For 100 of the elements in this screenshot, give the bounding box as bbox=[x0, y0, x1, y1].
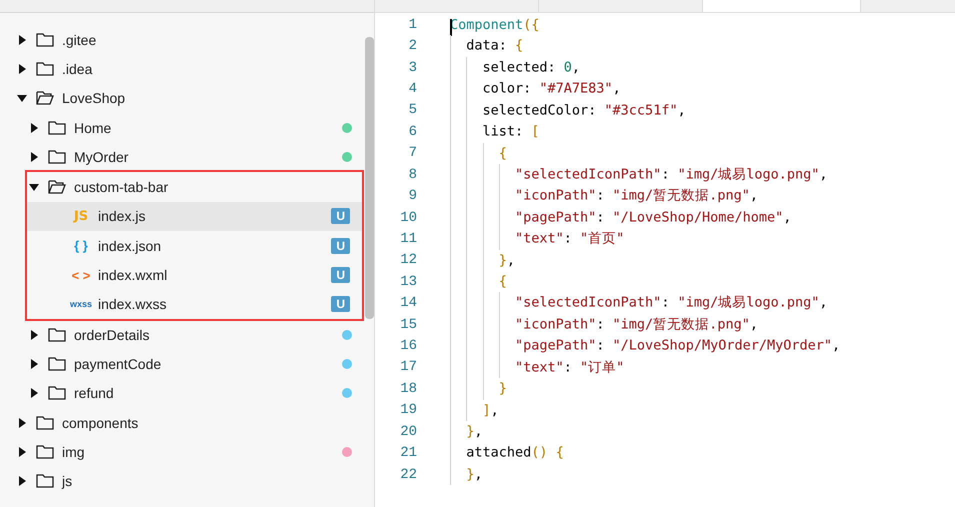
file-name: img bbox=[62, 444, 86, 460]
folder-icon bbox=[48, 385, 66, 402]
caret-right-icon[interactable] bbox=[16, 446, 28, 458]
code-line: "pagePath": "/LoveShop/Home/home", bbox=[450, 206, 792, 228]
line-number: 1 bbox=[408, 16, 418, 33]
code-line: "selectedIconPath": "img/城易logo.png", bbox=[450, 164, 828, 186]
code-line: "text": "首页" bbox=[450, 228, 624, 250]
code-line: Component({ bbox=[450, 16, 540, 33]
tree-item[interactable]: refund bbox=[0, 378, 364, 408]
tree-item[interactable]: LoveShop bbox=[0, 84, 364, 113]
status-badge: U bbox=[331, 208, 350, 224]
line-number: 9 bbox=[408, 188, 418, 204]
file-name: index.js bbox=[98, 208, 146, 224]
line-number: 17 bbox=[399, 359, 418, 376]
line-number: 21 bbox=[399, 445, 418, 462]
line-number: 3 bbox=[408, 60, 418, 76]
caret-right-icon[interactable] bbox=[28, 122, 40, 134]
line-number: 11 bbox=[399, 230, 418, 247]
line-number: 4 bbox=[408, 80, 418, 97]
caret-right-icon[interactable] bbox=[16, 475, 28, 488]
code-line: } bbox=[450, 378, 507, 400]
tree-item[interactable]: MyOrder bbox=[0, 142, 364, 172]
file-name: custom-tab-bar bbox=[74, 179, 170, 196]
file-name: MyOrder bbox=[74, 148, 130, 165]
tree-item[interactable]: paymentCode bbox=[0, 349, 364, 379]
file-name: paymentCode bbox=[74, 356, 162, 372]
caret-down-icon[interactable] bbox=[16, 92, 28, 104]
line-number: 2 bbox=[408, 38, 418, 54]
file-name: Home bbox=[74, 120, 112, 136]
folder-icon bbox=[48, 148, 66, 165]
line-number: 10 bbox=[399, 210, 418, 226]
tree-item[interactable]: Home bbox=[0, 112, 364, 142]
code-line: "pagePath": "/LoveShop/MyOrder/MyOrder", bbox=[450, 335, 840, 357]
tree-item[interactable]: .gitee bbox=[0, 25, 364, 54]
code-line: { bbox=[450, 142, 507, 164]
file-name: components bbox=[62, 414, 140, 430]
tree-item[interactable]: JS index.js U bbox=[27, 202, 362, 232]
status-badge: U bbox=[331, 238, 350, 254]
code-line: attached() { bbox=[450, 442, 564, 464]
wxss-file-icon: wxss bbox=[68, 299, 94, 310]
wxml-file-icon: < > bbox=[68, 268, 94, 283]
code-line: data: { bbox=[450, 35, 524, 57]
caret-down-icon[interactable] bbox=[28, 181, 40, 194]
caret-right-icon[interactable] bbox=[28, 387, 40, 400]
caret-right-icon[interactable] bbox=[16, 34, 28, 46]
js-file-icon: JS bbox=[68, 208, 94, 224]
folder-icon bbox=[48, 120, 66, 136]
line-number: 15 bbox=[399, 316, 418, 333]
file-name: index.json bbox=[98, 238, 162, 254]
json-file-icon: { } bbox=[68, 238, 94, 254]
line-number: 5 bbox=[408, 102, 418, 118]
line-number: 7 bbox=[408, 145, 418, 162]
file-name: refund bbox=[74, 385, 115, 402]
code-line: "iconPath": "img/暂无数据.png", bbox=[450, 314, 758, 336]
tree-item[interactable]: .idea bbox=[0, 54, 364, 84]
line-number: 18 bbox=[399, 380, 418, 397]
tree-item[interactable]: components bbox=[0, 408, 364, 438]
line-number: 16 bbox=[399, 338, 418, 354]
file-name: index.wxml bbox=[98, 267, 168, 284]
tree-item[interactable]: orderDetails bbox=[0, 320, 364, 350]
tree-item[interactable]: { } index.json U bbox=[27, 231, 362, 260]
caret-right-icon[interactable] bbox=[28, 358, 40, 370]
line-number: 20 bbox=[399, 424, 418, 440]
folder-icon bbox=[36, 60, 54, 77]
tree-item[interactable]: < > index.wxml U bbox=[27, 260, 362, 290]
line-number: 8 bbox=[408, 166, 418, 183]
file-name: js bbox=[62, 473, 74, 490]
code-line: "selectedIconPath": "img/城易logo.png", bbox=[450, 292, 828, 314]
scrollbar[interactable] bbox=[365, 37, 374, 319]
code-line: }, bbox=[450, 421, 483, 442]
code-line: }, bbox=[450, 464, 483, 486]
status-badge: U bbox=[331, 267, 350, 284]
folder-icon bbox=[36, 473, 54, 490]
caret-right-icon[interactable] bbox=[16, 62, 28, 75]
file-name: LoveShop bbox=[62, 90, 126, 106]
code-line: ], bbox=[450, 400, 499, 422]
tree-item[interactable]: img bbox=[0, 437, 364, 466]
code-line: }, bbox=[450, 250, 516, 272]
line-number: 13 bbox=[399, 274, 418, 290]
code-line: list: [ bbox=[450, 121, 540, 143]
tree-item[interactable]: js bbox=[0, 466, 364, 496]
folder-icon bbox=[36, 414, 54, 430]
folder-icon bbox=[36, 90, 54, 106]
folder-icon bbox=[48, 326, 66, 343]
line-number: 14 bbox=[399, 295, 418, 312]
code-line: color: "#7A7E83", bbox=[450, 78, 621, 100]
caret-right-icon[interactable] bbox=[28, 328, 40, 341]
line-number: 19 bbox=[399, 402, 418, 418]
code-line: selectedColor: "#3cc51f", bbox=[450, 100, 686, 122]
tree-item[interactable]: custom-tab-bar bbox=[27, 172, 362, 202]
code-line: "text": "订单" bbox=[450, 356, 624, 378]
code-line: { bbox=[450, 271, 507, 292]
file-name: .gitee bbox=[62, 32, 98, 48]
caret-right-icon[interactable] bbox=[28, 150, 40, 163]
line-number: 12 bbox=[399, 252, 418, 268]
caret-right-icon[interactable] bbox=[16, 416, 28, 428]
line-number: 22 bbox=[399, 466, 418, 483]
tree-item[interactable]: wxss index.wxss U bbox=[27, 290, 362, 319]
code-line: selected: 0, bbox=[450, 56, 580, 78]
folder-icon bbox=[48, 356, 66, 372]
